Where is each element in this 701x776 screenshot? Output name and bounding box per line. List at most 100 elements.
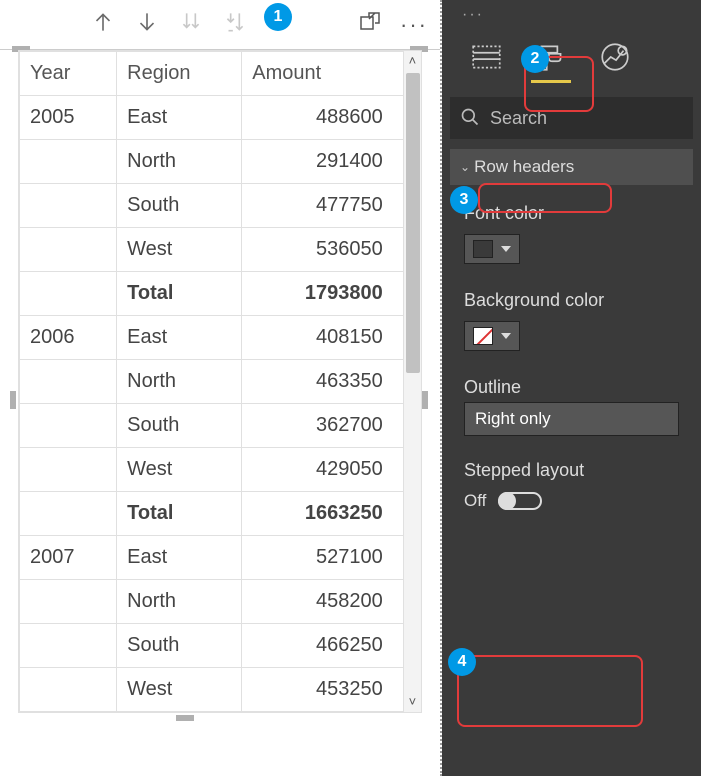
cell-amount[interactable]: 408150 [242, 316, 403, 360]
caret-down-icon [501, 246, 511, 252]
cell-year[interactable] [20, 228, 117, 272]
cell-region[interactable]: South [117, 404, 242, 448]
visual-toolbar: ··· [0, 0, 440, 50]
cell-amount[interactable]: 466250 [242, 624, 403, 668]
table-row[interactable]: South466250 [20, 624, 404, 668]
drill-down-icon[interactable] [134, 9, 160, 40]
chevron-down-icon: ⌄ [460, 160, 470, 174]
cell-amount[interactable]: 477750 [242, 184, 403, 228]
cell-year[interactable] [20, 140, 117, 184]
table-row[interactable]: Total1663250 [20, 492, 404, 536]
cell-region[interactable]: West [117, 668, 242, 712]
cell-region[interactable]: South [117, 624, 242, 668]
table-row[interactable]: South477750 [20, 184, 404, 228]
expand-next-level-icon[interactable] [222, 9, 248, 40]
cell-year[interactable]: 2005 [20, 96, 117, 140]
stepped-layout-toggle[interactable]: Off [464, 491, 701, 511]
visual-canvas: ··· Year Region Amount 2005East488600Nor… [0, 0, 442, 776]
cell-amount[interactable]: 536050 [242, 228, 403, 272]
table-row[interactable]: 2007East527100 [20, 536, 404, 580]
background-color-picker[interactable] [464, 321, 520, 351]
table-row[interactable]: West536050 [20, 228, 404, 272]
cell-amount[interactable]: 291400 [242, 140, 403, 184]
cell-year[interactable] [20, 492, 117, 536]
table-row[interactable]: North458200 [20, 580, 404, 624]
cell-year[interactable] [20, 580, 117, 624]
drill-up-icon[interactable] [90, 9, 116, 40]
cell-year[interactable] [20, 272, 117, 316]
scrollbar-vertical[interactable]: ˄ ˅ [404, 51, 421, 712]
expand-all-down-icon[interactable] [178, 9, 204, 40]
cell-year[interactable] [20, 624, 117, 668]
col-header-amount[interactable]: Amount [242, 52, 403, 96]
cell-amount[interactable]: 453250 [242, 668, 403, 712]
visual-more-options[interactable]: ··· [400, 12, 428, 38]
cell-year[interactable] [20, 448, 117, 492]
table-row[interactable]: North291400 [20, 140, 404, 184]
cell-amount[interactable]: 362700 [242, 404, 403, 448]
cell-region[interactable]: East [117, 316, 242, 360]
analytics-tab-icon[interactable] [598, 40, 632, 77]
format-search[interactable] [450, 97, 693, 139]
font-color-label: Font color [464, 203, 679, 224]
cell-region[interactable]: East [117, 536, 242, 580]
format-tab-strip [442, 30, 701, 77]
font-color-picker[interactable] [464, 234, 520, 264]
caret-down-icon [501, 333, 511, 339]
section-title: Row headers [474, 157, 574, 177]
font-color-swatch [473, 240, 493, 258]
cell-region[interactable]: Total [117, 272, 242, 316]
callout-badge-1: 1 [264, 3, 292, 31]
background-color-swatch [473, 327, 493, 345]
outline-dropdown[interactable]: Right only [464, 402, 679, 436]
background-color-label: Background color [464, 290, 679, 311]
table-row[interactable]: West429050 [20, 448, 404, 492]
fields-tab-icon[interactable] [470, 40, 504, 77]
cell-region[interactable]: South [117, 184, 242, 228]
cell-amount[interactable]: 1663250 [242, 492, 403, 536]
cell-year[interactable] [20, 668, 117, 712]
table-row[interactable]: 2005East488600 [20, 96, 404, 140]
cell-amount[interactable]: 458200 [242, 580, 403, 624]
cell-year[interactable]: 2007 [20, 536, 117, 580]
cell-region[interactable]: North [117, 360, 242, 404]
cell-region[interactable]: North [117, 140, 242, 184]
pane-more-icon[interactable]: ··· [462, 6, 484, 24]
row-headers-section[interactable]: ⌄ Row headers [450, 149, 693, 185]
cell-year[interactable] [20, 360, 117, 404]
cell-year[interactable] [20, 184, 117, 228]
search-input[interactable] [490, 108, 683, 129]
matrix-visual: Year Region Amount 2005East488600North29… [0, 50, 440, 731]
cell-region[interactable]: West [117, 448, 242, 492]
scroll-thumb[interactable] [406, 73, 420, 373]
stepped-layout-label: Stepped layout [464, 460, 701, 481]
cell-year[interactable] [20, 404, 117, 448]
table-row[interactable]: South362700 [20, 404, 404, 448]
cell-region[interactable]: East [117, 96, 242, 140]
cell-region[interactable]: West [117, 228, 242, 272]
col-header-region[interactable]: Region [117, 52, 242, 96]
matrix-table[interactable]: Year Region Amount 2005East488600North29… [19, 51, 404, 712]
search-icon [460, 107, 480, 130]
toggle-value-text: Off [464, 491, 486, 511]
focus-mode-icon[interactable] [358, 10, 382, 39]
cell-amount[interactable]: 463350 [242, 360, 403, 404]
cell-year[interactable]: 2006 [20, 316, 117, 360]
toggle-switch[interactable] [498, 492, 542, 510]
table-row[interactable]: 2006East408150 [20, 316, 404, 360]
cell-amount[interactable]: 429050 [242, 448, 403, 492]
scroll-down-button[interactable]: ˅ [404, 692, 421, 712]
cell-amount[interactable]: 1793800 [242, 272, 403, 316]
cell-region[interactable]: Total [117, 492, 242, 536]
scroll-up-button[interactable]: ˄ [404, 51, 421, 71]
table-row[interactable]: West453250 [20, 668, 404, 712]
col-header-year[interactable]: Year [20, 52, 117, 96]
cell-region[interactable]: North [117, 580, 242, 624]
cell-amount[interactable]: 488600 [242, 96, 403, 140]
active-tab-underline [531, 80, 571, 83]
callout-badge-4: 4 [448, 648, 476, 676]
table-row[interactable]: Total1793800 [20, 272, 404, 316]
table-row[interactable]: North463350 [20, 360, 404, 404]
cell-amount[interactable]: 527100 [242, 536, 403, 580]
outline-label: Outline [464, 377, 679, 398]
